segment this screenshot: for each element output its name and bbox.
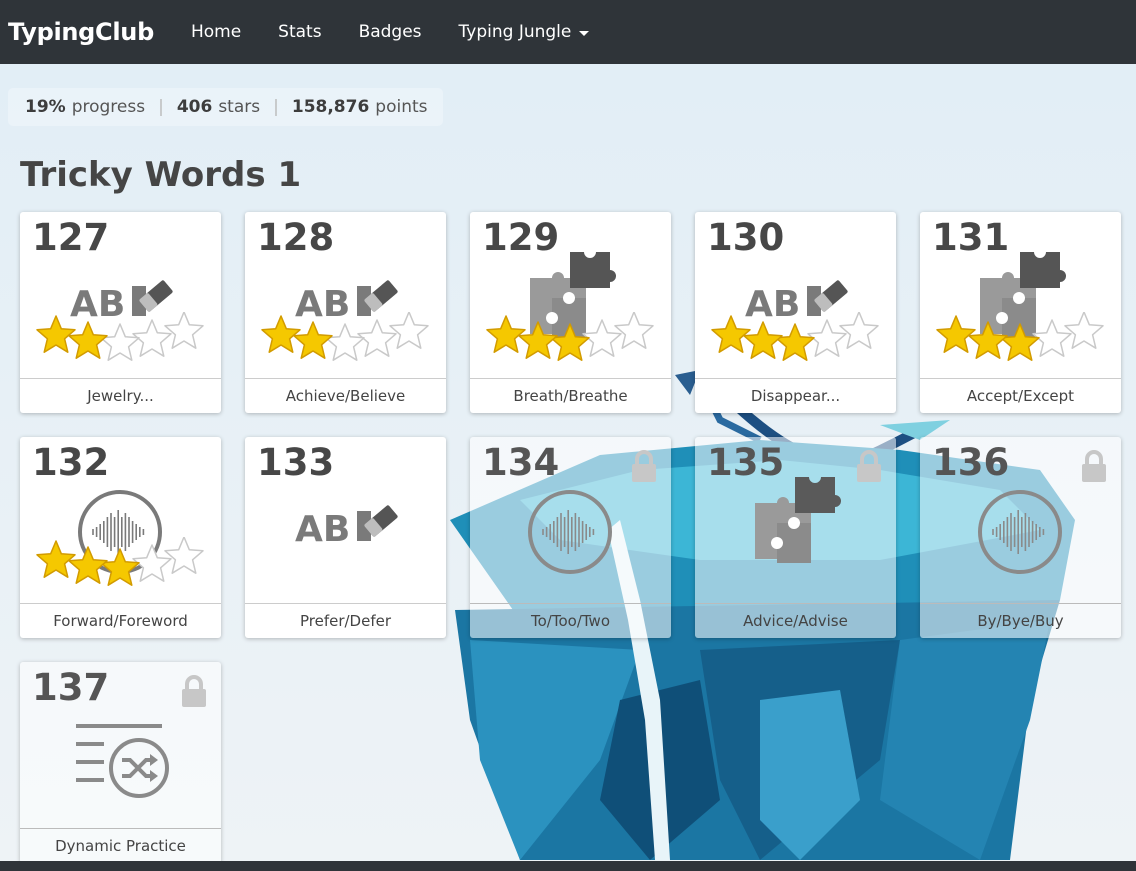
sound-wave-icon: [527, 489, 613, 579]
lesson-name: Breath/Breathe: [470, 378, 671, 413]
lesson-card-132[interactable]: 132 Forward/Foreword: [20, 437, 221, 638]
progress-percent: 19%: [25, 97, 66, 117]
points-label: points: [375, 97, 428, 117]
lesson-card-133[interactable]: 133 AB Prefer/Defer: [245, 437, 446, 638]
lesson-name: By/Bye/Buy: [920, 603, 1121, 638]
lesson-number: 134: [482, 441, 560, 484]
abc-eraser-icon: AB: [293, 499, 403, 553]
star-rating: [34, 311, 210, 362]
top-navbar: TypingClub Home Stats Badges Typing Jung…: [0, 0, 1136, 64]
svg-text:AB: AB: [295, 509, 350, 549]
lock-icon: [854, 449, 884, 483]
divider: |: [273, 97, 279, 117]
lesson-number: 132: [32, 441, 110, 484]
progress-summary: 19% progress | 406 stars | 158,876 point…: [8, 88, 443, 126]
lock-icon: [1079, 449, 1109, 483]
nav-typing-jungle-dropdown[interactable]: Typing Jungle: [459, 22, 590, 42]
lesson-name: To/Too/Two: [470, 603, 671, 638]
star-rating: [34, 536, 210, 587]
lesson-card-136[interactable]: 136 By/Bye/Buy: [920, 437, 1121, 638]
lesson-card-137[interactable]: 137 Dynamic Practice: [20, 662, 221, 863]
lesson-number: 136: [932, 441, 1010, 484]
lesson-number: 133: [257, 441, 335, 484]
lesson-name: Forward/Foreword: [20, 603, 221, 638]
lesson-name: Accept/Except: [920, 378, 1121, 413]
puzzle-icon: [747, 473, 843, 573]
lesson-card-129[interactable]: 129 Breath/Breathe: [470, 212, 671, 413]
star-rating: [934, 311, 1110, 362]
lesson-name: Dynamic Practice: [20, 828, 221, 863]
stars-count: 406: [176, 97, 213, 117]
lesson-number: 128: [257, 216, 335, 259]
progress-percent-label: progress: [71, 97, 146, 117]
lesson-name: Prefer/Defer: [245, 603, 446, 638]
lesson-card-135[interactable]: 135 Advice/Advise: [695, 437, 896, 638]
nav-home[interactable]: Home: [191, 22, 241, 42]
star-rating: [484, 311, 660, 362]
lesson-number: 137: [32, 666, 110, 709]
caret-down-icon: [579, 30, 590, 36]
bottom-bar: [0, 861, 1136, 871]
lesson-card-134[interactable]: 134 To/Too/Two: [470, 437, 671, 638]
star-rating: [259, 311, 435, 362]
lock-icon: [629, 449, 659, 483]
section-title: Tricky Words 1: [20, 155, 302, 195]
lesson-number: 130: [707, 216, 785, 259]
points-count: 158,876: [291, 97, 370, 117]
lesson-name: Achieve/Believe: [245, 378, 446, 413]
lesson-name: Disappear...: [695, 378, 896, 413]
sound-wave-icon: [977, 489, 1063, 579]
nav-typing-jungle-label: Typing Jungle: [458, 22, 572, 42]
lesson-card-128[interactable]: 128 AB Achieve/Believe: [245, 212, 446, 413]
nav-badges[interactable]: Badges: [359, 22, 422, 42]
lesson-name: Jewelry...: [20, 378, 221, 413]
lesson-name: Advice/Advise: [695, 603, 896, 638]
stars-label: stars: [218, 97, 261, 117]
star-rating: [709, 311, 885, 362]
shuffle-list-icon: [74, 720, 174, 804]
brand-logo[interactable]: TypingClub: [8, 18, 154, 46]
lesson-card-130[interactable]: 130 AB Disappear...: [695, 212, 896, 413]
lock-icon: [179, 674, 209, 708]
lesson-number: 127: [32, 216, 110, 259]
lesson-card-127[interactable]: 127 AB Jewelry...: [20, 212, 221, 413]
lesson-card-131[interactable]: 131 Accept/Except: [920, 212, 1121, 413]
nav-stats[interactable]: Stats: [278, 22, 321, 42]
divider: |: [158, 97, 164, 117]
